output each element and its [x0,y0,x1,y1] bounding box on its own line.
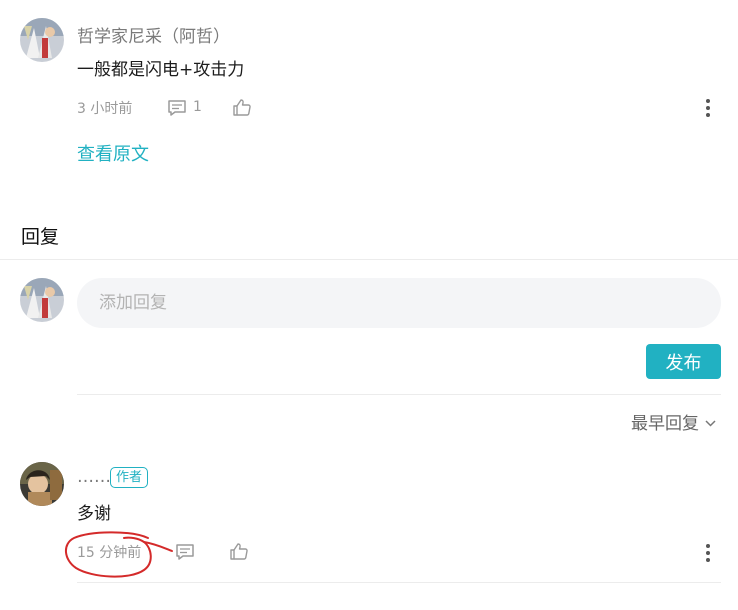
reply-timestamp: 15 分钟前 [77,545,142,561]
current-user-avatar [20,278,64,322]
reply-author-avatar[interactable] [20,462,64,506]
more-vertical-icon[interactable] [704,543,712,563]
author-badge: 作者 [110,467,149,488]
reply-section-title: 回复 [21,226,60,248]
sort-dropdown[interactable]: 最早回复 [631,409,716,434]
section-divider [0,259,738,260]
reply-input[interactable] [77,278,721,328]
comment-icon[interactable] [167,99,187,117]
thumbs-up-icon[interactable] [229,542,249,561]
publish-button[interactable]: 发布 [646,344,721,379]
comment-text: 一般都是闪电+攻击力 [77,60,245,80]
reply-count: 1 [193,99,202,115]
sort-label: 最早回复 [631,414,699,434]
user-avatar[interactable] [20,18,64,62]
thumbs-up-icon[interactable] [232,98,252,117]
view-original-link[interactable]: 查看原文 [77,140,149,166]
input-divider [77,394,721,395]
chevron-down-icon [705,420,716,427]
reply-text: 多谢 [77,504,111,524]
comment-timestamp: 3 小时前 [77,101,133,117]
comment-icon[interactable] [175,543,195,561]
more-vertical-icon[interactable] [704,98,712,118]
reply-divider [77,582,721,583]
reply-author-name[interactable]: …… [77,467,111,487]
comment-author-name[interactable]: 哲学家尼采（阿哲） [77,22,230,47]
